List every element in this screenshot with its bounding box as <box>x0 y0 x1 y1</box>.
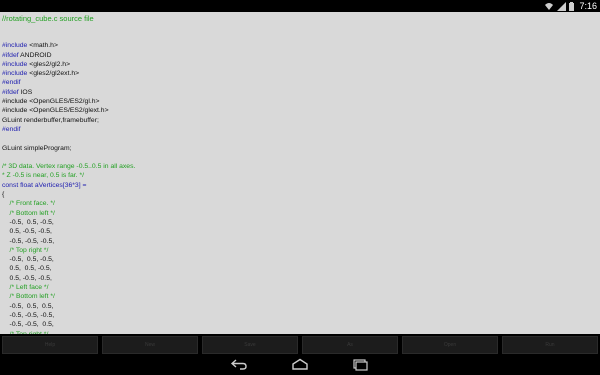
wifi-icon <box>545 2 553 10</box>
code-line: const float aVertices[36*3] = <box>2 181 600 190</box>
code-directive: #endif <box>2 125 21 133</box>
code-comment: /* Bottom left */ <box>2 293 55 301</box>
code-directive: #include <box>2 70 30 78</box>
code-text: #include <OpenGLES/ES2/glext.h> <box>2 107 109 115</box>
code-directive: #include <box>2 42 30 50</box>
back-icon[interactable] <box>229 358 249 371</box>
code-directive: #endif <box>2 79 21 87</box>
code-comment: * Z -0.5 is near, 0.5 is far. */ <box>2 172 84 180</box>
code-text: <math.h> <box>29 42 58 50</box>
code-text: 0.5, -0.5, -0.5, <box>2 274 52 282</box>
save-as-button[interactable]: As <box>302 336 398 354</box>
help-button[interactable]: Help <box>2 336 98 354</box>
home-icon[interactable] <box>290 358 310 371</box>
code-text: -0.5, 0.5, -0.5, <box>2 256 54 264</box>
navigation-bar <box>0 354 600 375</box>
code-line: 0.5, -0.5, -0.5, <box>2 227 600 236</box>
code-comment: /* Front face. */ <box>2 200 55 208</box>
recent-apps-icon[interactable] <box>350 358 370 371</box>
code-text: <gles2/gl2.h> <box>29 60 71 68</box>
code-line: #endif <box>2 78 600 87</box>
code-line: /* Left face */ <box>2 283 600 292</box>
code-directive: #ifdef <box>2 88 21 96</box>
code-text: 0.5, -0.5, -0.5, <box>2 228 52 236</box>
battery-icon <box>569 1 574 11</box>
signal-icon <box>557 1 566 11</box>
toolbar: Help New Save As Open Run <box>0 334 600 354</box>
code-text: GLuint renderbuffer,framebuffer; <box>2 116 99 124</box>
code-line: #ifdef ANDROID <box>2 51 600 60</box>
status-bar: 7:16 <box>0 0 600 12</box>
editor-header: //rotating_cube.c source file <box>2 14 94 23</box>
code-line: /* Bottom left */ <box>2 292 600 301</box>
code-text: <gles2/gl2ext.h> <box>29 70 80 78</box>
code-text: -0.5, -0.5, -0.5, <box>2 237 55 245</box>
code-line: -0.5, -0.5, 0.5, <box>2 320 600 329</box>
code-line: #endif <box>2 125 600 134</box>
code-area[interactable]: #include <math.h> #ifdef ANDROID #include … <box>2 32 600 334</box>
code-text: IOS <box>20 88 33 96</box>
code-line: /* 3D data. Vertex range -0.5..0.5 in al… <box>2 162 600 171</box>
code-line: GLuint renderbuffer,framebuffer; <box>2 116 600 125</box>
code-text: 0.5, 0.5, -0.5, <box>2 265 52 273</box>
code-text: #include <OpenGLES/ES2/gl.h> <box>2 98 100 106</box>
code-line: #ifdef IOS <box>2 88 600 97</box>
code-line: 0.5, 0.5, -0.5, <box>2 264 600 273</box>
code-text: { <box>2 191 5 199</box>
code-line: #include <math.h> <box>2 41 600 50</box>
open-button[interactable]: Open <box>402 336 498 354</box>
code-line: /* Top right */ <box>2 246 600 255</box>
code-text: -0.5, -0.5, 0.5, <box>2 321 54 329</box>
code-comment: /* 3D data. Vertex range -0.5..0.5 in al… <box>2 163 136 171</box>
code-directive: #ifdef <box>2 51 21 59</box>
code-directive: const float aVertices[36*3] = <box>2 181 87 189</box>
status-icons <box>544 1 574 11</box>
run-button[interactable]: Run <box>502 336 598 354</box>
code-line: #include <gles2/gl2.h> <box>2 60 600 69</box>
code-line: 0.5, -0.5, -0.5, <box>2 274 600 283</box>
code-comment: /* Bottom left */ <box>2 209 55 217</box>
code-directive: #include <box>2 60 30 68</box>
code-text: -0.5, -0.5, -0.5, <box>2 311 55 319</box>
save-button[interactable]: Save <box>202 336 298 354</box>
code-line: -0.5, 0.5, -0.5, <box>2 255 600 264</box>
code-text: GLuint simpleProgram; <box>2 144 72 152</box>
code-line: -0.5, 0.5, 0.5, <box>2 302 600 311</box>
status-time: 7:16 <box>579 1 597 11</box>
code-line: GLuint simpleProgram; <box>2 144 600 153</box>
code-line: -0.5, -0.5, -0.5, <box>2 311 600 320</box>
code-line: -0.5, 0.5, -0.5, <box>2 218 600 227</box>
code-text: ANDROID <box>20 51 52 59</box>
code-line: /* Bottom left */ <box>2 209 600 218</box>
code-line: #include <OpenGLES/ES2/glext.h> <box>2 106 600 115</box>
code-line: /* Front face. */ <box>2 199 600 208</box>
code-comment: /* Left face */ <box>2 284 49 292</box>
code-line: { <box>2 190 600 199</box>
code-line: #include <OpenGLES/ES2/gl.h> <box>2 97 600 106</box>
code-line: -0.5, -0.5, -0.5, <box>2 237 600 246</box>
code-comment: /* Top right */ <box>2 246 49 254</box>
new-button[interactable]: New <box>102 336 198 354</box>
code-editor[interactable]: //rotating_cube.c source file #include <… <box>0 12 600 334</box>
code-line: * Z -0.5 is near, 0.5 is far. */ <box>2 171 600 180</box>
code-text: -0.5, 0.5, 0.5, <box>2 302 54 310</box>
code-line: #include <gles2/gl2ext.h> <box>2 69 600 78</box>
code-text: -0.5, 0.5, -0.5, <box>2 218 54 226</box>
